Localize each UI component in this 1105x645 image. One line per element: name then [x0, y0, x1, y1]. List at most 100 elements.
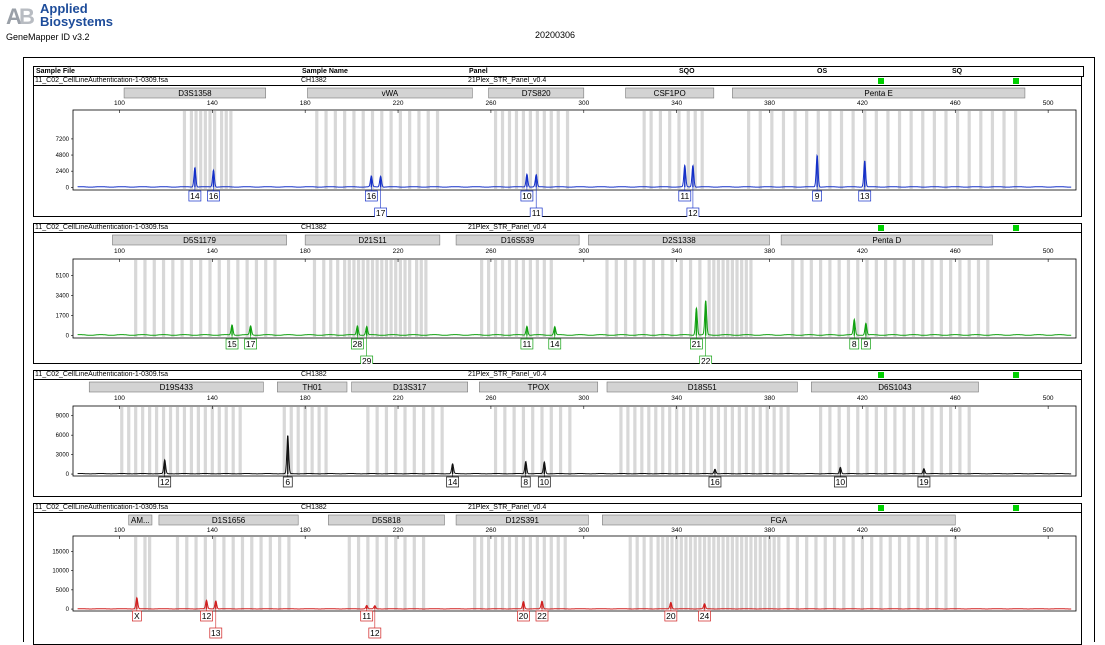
allele-bin: [194, 537, 198, 610]
allele-bin: [777, 537, 781, 610]
x-tick-label: 220: [393, 248, 404, 255]
allele-bin: [805, 111, 809, 189]
os-status-badge: [878, 225, 884, 231]
allele-bin: [512, 407, 516, 475]
allele-bin: [219, 111, 224, 189]
svg-text:B: B: [19, 4, 35, 29]
allele-bin: [264, 260, 268, 337]
y-tick-label: 0: [66, 607, 70, 613]
allele-bin: [737, 407, 741, 475]
allele-bin: [1002, 111, 1006, 189]
allele-bin: [415, 260, 419, 337]
sq-status-badge: [1013, 78, 1019, 84]
allele-bin: [795, 537, 799, 610]
allele-bin: [897, 537, 902, 610]
allele-bin: [203, 407, 207, 475]
y-tick-label: 2400: [56, 169, 70, 175]
x-tick-label: 140: [207, 100, 218, 107]
electropherogram-green: D5S1179 D21S11 D16S539 D2S1338 Penta D100 140…: [56, 234, 1077, 364]
allele-bin: [837, 407, 841, 475]
allele-bin: [856, 407, 860, 475]
allele-bin: [500, 537, 505, 610]
allele-bin: [930, 407, 934, 475]
sample-file: 11_C02_CellLineAuthentication-1-0309.fsa: [35, 371, 168, 378]
locus-label: D2S1338: [662, 236, 696, 245]
locus-label: vWA: [382, 89, 399, 98]
x-tick-label: 260: [485, 395, 496, 402]
allele-label: 14: [448, 477, 458, 487]
locus-label: D13S317: [393, 383, 427, 392]
os-status-badge: [878, 372, 884, 378]
allele-bin: [979, 111, 983, 189]
allele-bin: [486, 537, 491, 610]
allele-bin: [224, 111, 228, 189]
allele-bin: [514, 260, 519, 337]
electropherogram-red: AM... D1S1656 D5S818 D12S391 FGA100 140 180 220…: [52, 514, 1077, 639]
allele-bin: [542, 260, 546, 337]
allele-bin: [635, 537, 639, 610]
locus-label: D19S433: [160, 383, 194, 392]
allele-bin: [944, 537, 948, 610]
allele-bin: [521, 111, 526, 189]
allele-label: 9: [864, 339, 869, 349]
allele-bin: [182, 111, 187, 189]
allele-bin: [828, 407, 832, 475]
allele-bin: [535, 537, 539, 610]
allele-bin: [805, 537, 809, 610]
allele-bin: [911, 260, 916, 337]
allele-bin: [236, 260, 240, 337]
plot-area: [72, 405, 1077, 477]
allele-label: 12: [160, 477, 170, 487]
allele-bin: [217, 407, 221, 475]
panel-name: 21Plex_STR_Panel_v0.4: [468, 504, 547, 511]
x-tick-label: 140: [207, 395, 218, 402]
allele-bin: [222, 537, 226, 610]
allele-bin: [408, 111, 412, 189]
x-tick-label: 500: [1043, 100, 1054, 107]
allele-bin: [185, 537, 189, 610]
allele-bin: [884, 407, 888, 475]
allele-bin: [503, 407, 507, 475]
allele-bin: [343, 260, 347, 337]
x-tick-label: 100: [114, 248, 125, 255]
allele-bin: [180, 260, 184, 337]
x-tick-label: 180: [300, 100, 311, 107]
x-tick-label: 380: [764, 248, 775, 255]
allele-bin: [333, 111, 337, 189]
allele-bin: [851, 111, 855, 189]
allele-bin: [403, 537, 407, 610]
x-tick-label: 180: [300, 248, 311, 255]
allele-bin: [287, 537, 291, 610]
allele-bin: [846, 407, 851, 475]
allele-bin: [791, 260, 795, 337]
allele-bin: [744, 260, 748, 337]
allele-bin: [493, 111, 498, 189]
allele-bin: [670, 537, 674, 610]
allele-bin: [633, 407, 637, 475]
allele-bin: [619, 407, 623, 475]
allele-bin: [199, 260, 203, 337]
x-tick-label: 300: [578, 100, 589, 107]
allele-bin: [707, 260, 711, 337]
allele-bin: [656, 537, 660, 610]
allele-label: 12: [370, 628, 380, 638]
allele-bin: [874, 407, 878, 475]
allele-bin: [120, 407, 124, 475]
allele-bin: [716, 260, 721, 337]
allele-label: 16: [367, 191, 377, 201]
allele-bin: [675, 537, 679, 610]
locus-label: Penta D: [872, 236, 901, 245]
applied-biosystems-logo: A B Applied Biosystems GeneMapper ID v3.…: [4, 2, 144, 46]
allele-bin: [500, 111, 505, 189]
allele-bin: [419, 260, 423, 337]
allele-label: 10: [522, 191, 532, 201]
locus-label: D3S1358: [178, 89, 212, 98]
allele-bin: [347, 260, 351, 337]
allele-bin: [758, 537, 762, 610]
allele-bin: [556, 537, 560, 610]
allele-bin: [730, 537, 734, 610]
x-tick-label: 260: [485, 248, 496, 255]
allele-bin: [152, 260, 156, 337]
y-tick-label: 5100: [56, 274, 70, 280]
x-tick-label: 220: [393, 395, 404, 402]
